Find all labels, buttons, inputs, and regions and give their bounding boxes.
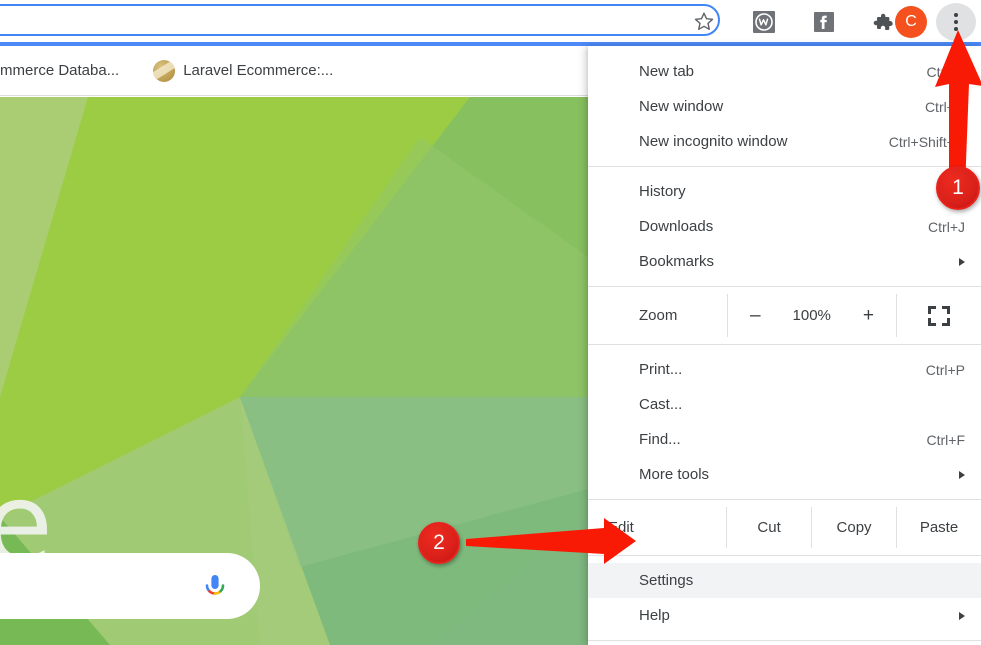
menu-separator: [588, 166, 981, 167]
three-dot-menu-icon[interactable]: [936, 3, 976, 41]
avatar[interactable]: C: [895, 6, 927, 38]
menu-dot: [954, 20, 958, 24]
bookmarks-bar: mmerce Databa... Laravel Ecommerce:...: [0, 46, 588, 96]
fullscreen-button[interactable]: [897, 294, 981, 337]
workplace-extension-icon[interactable]: [750, 8, 778, 36]
menu-item-label: More tools: [639, 466, 710, 483]
menu-item-label: New tab: [639, 63, 695, 80]
menu-separator: [588, 344, 981, 345]
bookmark-label: Laravel Ecommerce:...: [183, 62, 334, 79]
menu-item-downloads[interactable]: Downloads Ctrl+J: [588, 209, 981, 244]
menu-item-label: New incognito window: [639, 133, 788, 150]
menu-item-print[interactable]: Print... Ctrl+P: [588, 352, 981, 387]
menu-item-label: Find...: [639, 431, 681, 448]
fullscreen-icon: [928, 305, 950, 326]
copy-button[interactable]: Copy: [811, 507, 896, 548]
badge-number: 2: [433, 531, 445, 554]
menu-item-accelerator: Ctrl+F: [926, 431, 966, 448]
zoom-label: Zoom: [639, 307, 678, 324]
avatar-letter: C: [905, 13, 917, 30]
address-bar[interactable]: [0, 4, 720, 36]
menu-separator: [588, 640, 981, 641]
menu-item-new-tab[interactable]: New tab Ctrl+T: [588, 54, 981, 89]
menu-item-history[interactable]: History: [588, 174, 981, 209]
menu-item-help[interactable]: Help: [588, 598, 981, 633]
browser-toolbar: C: [0, 0, 981, 42]
edit-row: Edit Cut Copy Paste: [588, 507, 981, 548]
badge-number: 1: [952, 176, 964, 199]
menu-separator: [588, 499, 981, 500]
menu-dot: [954, 13, 958, 17]
menu-item-accelerator: Ctrl+Shift+N: [888, 133, 965, 150]
chevron-right-icon: [959, 470, 965, 479]
paste-button[interactable]: Paste: [896, 507, 981, 548]
menu-item-settings[interactable]: Settings: [588, 563, 981, 598]
bookmark-label: mmerce Databa...: [0, 62, 120, 79]
laravel-favicon: [153, 59, 176, 82]
zoom-controls: – 100% +: [727, 294, 897, 337]
menu-item-label: Print...: [639, 361, 683, 378]
menu-item-find[interactable]: Find... Ctrl+F: [588, 422, 981, 457]
annotation-badge-2: 2: [418, 522, 460, 564]
bookmark-item[interactable]: mmerce Databa...: [0, 54, 129, 88]
edit-label: Edit: [608, 519, 634, 536]
google-mic-icon[interactable]: [198, 569, 232, 603]
bookmark-item[interactable]: Laravel Ecommerce:...: [143, 54, 343, 88]
menu-item-label: New window: [639, 98, 724, 115]
menu-item-cast[interactable]: Cast...: [588, 387, 981, 422]
menu-item-label: Downloads: [639, 218, 714, 235]
zoom-row: Zoom – 100% +: [588, 294, 981, 337]
facebook-extension-icon[interactable]: [810, 8, 838, 36]
browser-screenshot: C mmerce Databa... Laravel Ecommerce:...: [0, 0, 981, 645]
menu-item-label: Cast...: [639, 396, 683, 413]
chrome-main-menu: New tab Ctrl+T New window Ctrl+N New inc…: [588, 46, 981, 645]
menu-item-label: Help: [639, 607, 670, 624]
menu-item-accelerator: Ctrl+J: [928, 218, 965, 235]
cut-button[interactable]: Cut: [726, 507, 811, 548]
menu-item-label: History: [639, 183, 686, 200]
menu-separator: [588, 286, 981, 287]
menu-item-label: Bookmarks: [639, 253, 715, 270]
chevron-right-icon: [959, 257, 965, 266]
menu-item-accelerator: Ctrl+T: [926, 63, 966, 80]
menu-item-new-window[interactable]: New window Ctrl+N: [588, 89, 981, 124]
star-bookmark-icon[interactable]: [687, 8, 721, 36]
new-tab-page: e: [0, 97, 588, 645]
puzzle-extensions-icon[interactable]: [868, 8, 896, 36]
zoom-percent: 100%: [792, 307, 831, 324]
menu-item-accelerator: Ctrl+N: [924, 98, 965, 115]
menu-item-new-incognito-window[interactable]: New incognito window Ctrl+Shift+N: [588, 124, 981, 159]
menu-item-more-tools[interactable]: More tools: [588, 457, 981, 492]
menu-separator: [588, 555, 981, 556]
menu-item-bookmarks[interactable]: Bookmarks: [588, 244, 981, 279]
menu-dot: [954, 27, 958, 31]
zoom-in-button[interactable]: +: [851, 305, 886, 327]
annotation-badge-1: 1: [936, 166, 980, 210]
menu-item-label: Settings: [639, 572, 694, 589]
menu-item-accelerator: Ctrl+P: [925, 361, 965, 378]
chevron-right-icon: [959, 611, 965, 620]
zoom-out-button[interactable]: –: [738, 305, 773, 327]
